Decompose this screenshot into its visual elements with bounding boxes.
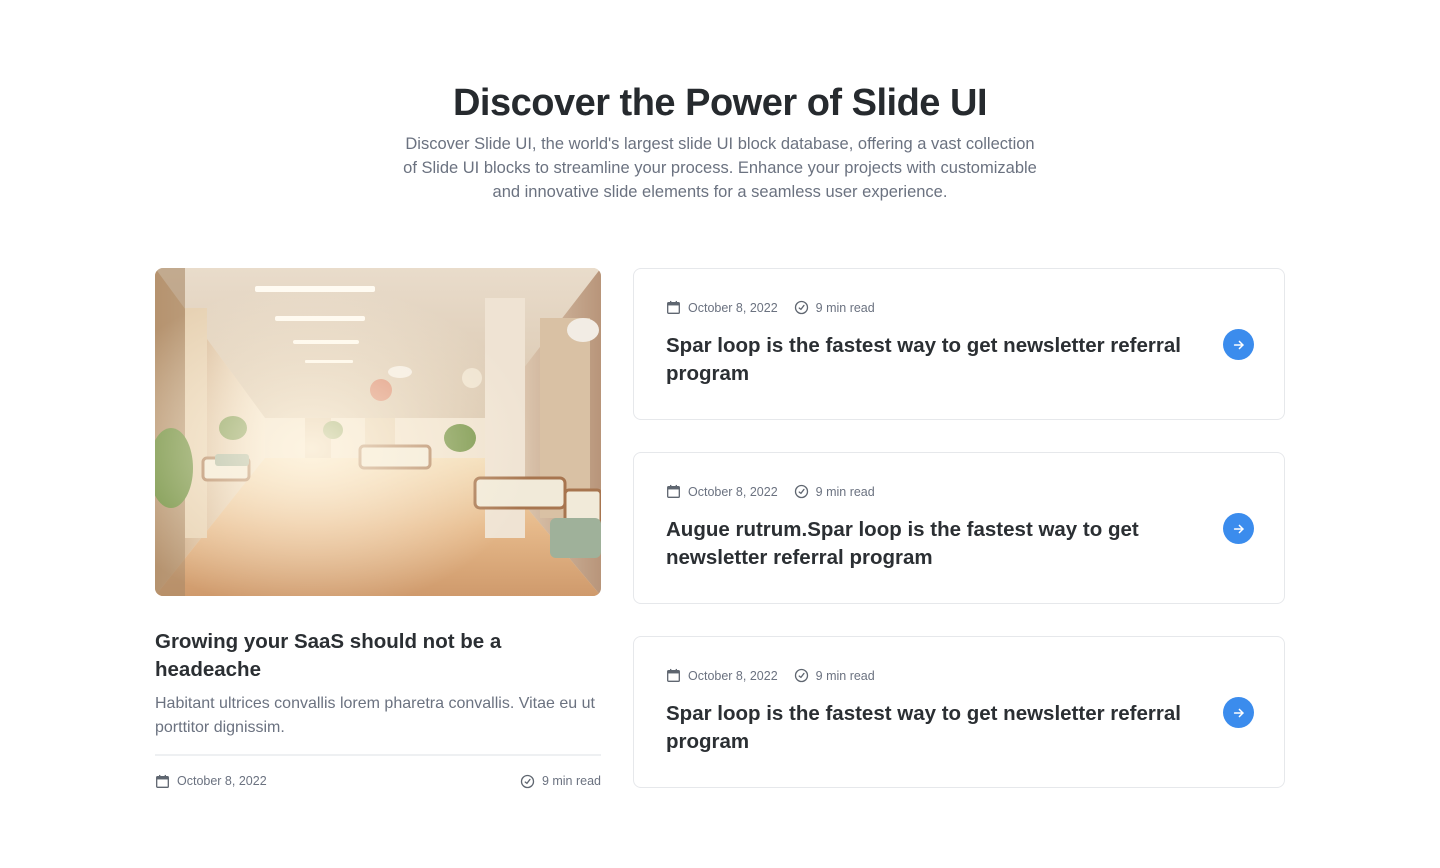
post-card-meta: October 8, 2022 9 min read [666,300,875,315]
post-card-title[interactable]: Spar loop is the fastest way to get news… [666,700,1206,756]
clock-icon [520,774,535,788]
post-card-title[interactable]: Spar loop is the fastest way to get news… [666,332,1206,388]
post-read-time-text: 9 min read [815,484,875,499]
arrow-right-icon [1233,708,1244,717]
divider [155,754,601,756]
post-date: October 8, 2022 [155,774,267,789]
featured-post-description: Habitant ultrices convallis lorem pharet… [155,695,595,736]
post-date-text: October 8, 2022 [688,300,778,315]
post-read-time-text: 9 min read [815,668,875,683]
page-subtitle: Discover Slide UI, the world's largest s… [403,135,1037,201]
arrow-right-icon [1233,340,1244,349]
post-read-time-text: 9 min read [815,300,875,315]
post-date-text: October 8, 2022 [688,668,778,683]
featured-post-meta: October 8, 2022 9 min read [155,771,601,791]
calendar-icon [667,668,680,682]
post-read-time-text: 9 min read [541,774,601,788]
post-read-time: 9 min read [520,774,601,789]
page-title: Discover the Power of Slide UI [452,82,988,124]
post-date: October 8, 2022 [666,300,778,315]
featured-post-image[interactable] [155,268,601,596]
clock-icon [794,668,808,683]
arrow-right-icon [1233,524,1244,533]
clock-icon [794,484,808,499]
post-date: October 8, 2022 [666,484,778,499]
post-date-text: October 8, 2022 [688,484,778,499]
post-card[interactable]: October 8, 2022 9 min read Spar loop is … [633,268,1285,420]
post-card[interactable]: October 8, 2022 9 min read Augue rutrum.… [633,452,1285,604]
post-read-time: 9 min read [794,484,875,499]
hospital-corridor-image [155,268,601,596]
post-date: October 8, 2022 [666,668,778,683]
post-card[interactable]: October 8, 2022 9 min read Spar loop is … [633,636,1285,788]
post-read-time: 9 min read [794,668,875,683]
calendar-icon [667,484,680,498]
calendar-icon [156,774,169,788]
calendar-icon [667,300,680,314]
post-card-title[interactable]: Augue rutrum.Spar loop is the fastest wa… [666,516,1206,572]
post-card-meta: October 8, 2022 9 min read [666,668,875,683]
post-card-meta: October 8, 2022 9 min read [666,484,875,499]
read-more-button[interactable] [1223,329,1254,360]
featured-post[interactable]: Growing your SaaS should not be a headea… [155,268,601,788]
clock-icon [794,300,808,315]
read-more-button[interactable] [1223,697,1254,728]
read-more-button[interactable] [1223,513,1254,544]
post-date-text: October 8, 2022 [177,774,267,788]
featured-post-title[interactable]: Growing your SaaS should not be a headea… [155,628,601,684]
post-read-time: 9 min read [794,300,875,315]
